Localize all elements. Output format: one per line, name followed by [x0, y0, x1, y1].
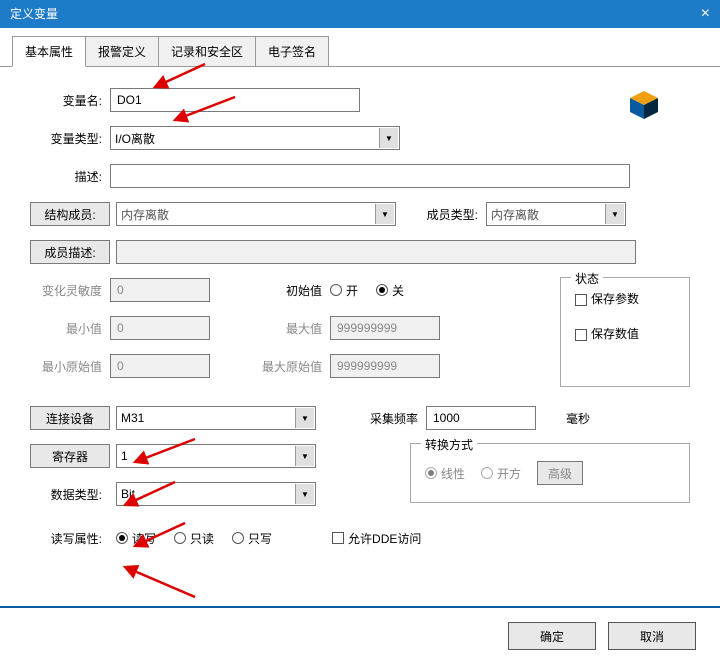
- member-desc-input: [116, 240, 636, 264]
- var-type-select[interactable]: [110, 126, 400, 150]
- label-data-type: 数据类型:: [30, 486, 110, 503]
- label-min: 最小值: [30, 320, 110, 337]
- sample-freq-input[interactable]: [426, 406, 536, 430]
- close-icon[interactable]: ×: [701, 0, 710, 28]
- allow-dde-checkbox[interactable]: [332, 532, 344, 544]
- label-min-raw: 最小原始值: [30, 358, 110, 375]
- convert-linear-radio: 线性: [425, 465, 465, 482]
- label-max: 最大值: [250, 320, 330, 337]
- rw-radio-wo[interactable]: 只写: [232, 530, 272, 547]
- label-ms: 毫秒: [566, 410, 590, 427]
- label-var-type: 变量类型:: [30, 130, 110, 147]
- cube-icon: [628, 89, 660, 121]
- tab-basic[interactable]: 基本属性: [12, 36, 86, 67]
- ok-button[interactable]: 确定: [508, 622, 596, 650]
- label-member-type: 成员类型:: [416, 206, 486, 223]
- member-type-select: [486, 202, 626, 226]
- device-select[interactable]: [116, 406, 316, 430]
- init-on-radio[interactable]: 开: [330, 282, 358, 299]
- description-input[interactable]: [110, 164, 630, 188]
- rw-radio-rw[interactable]: 读写: [116, 530, 156, 547]
- member-desc-button[interactable]: 成员描述:: [30, 240, 110, 264]
- max-input: [330, 316, 440, 340]
- register-select[interactable]: [116, 444, 316, 468]
- save-value-checkbox[interactable]: [575, 329, 587, 341]
- label-init-val: 初始值: [250, 282, 330, 299]
- label-max-raw: 最大原始值: [250, 358, 330, 375]
- convert-sqrt-radio: 开方: [481, 465, 521, 482]
- cancel-button[interactable]: 取消: [608, 622, 696, 650]
- label-rw: 读写属性:: [30, 530, 110, 547]
- convert-group-label: 转换方式: [421, 436, 477, 453]
- data-type-select[interactable]: [116, 482, 316, 506]
- status-group-label: 状态: [571, 270, 603, 287]
- label-sensitivity: 变化灵敏度: [30, 282, 110, 299]
- tab-record[interactable]: 记录和安全区: [158, 36, 256, 66]
- rw-radio-ro[interactable]: 只读: [174, 530, 214, 547]
- tab-esign[interactable]: 电子签名: [255, 36, 329, 66]
- label-sample-freq: 采集频率: [346, 410, 426, 427]
- init-off-radio[interactable]: 关: [376, 282, 404, 299]
- sensitivity-input: [110, 278, 210, 302]
- register-button[interactable]: 寄存器: [30, 444, 110, 468]
- label-allow-dde: 允许DDE访问: [348, 530, 421, 547]
- var-name-input[interactable]: [110, 88, 360, 112]
- label-var-name: 变量名:: [30, 92, 110, 109]
- connect-device-button[interactable]: 连接设备: [30, 406, 110, 430]
- advanced-button: 高级: [537, 461, 583, 485]
- min-input: [110, 316, 210, 340]
- tab-alarm[interactable]: 报警定义: [85, 36, 159, 66]
- window-title: 定义变量: [10, 0, 58, 28]
- struct-member-select: [116, 202, 396, 226]
- label-desc: 描述:: [30, 168, 110, 185]
- min-raw-input: [110, 354, 210, 378]
- struct-member-button[interactable]: 结构成员:: [30, 202, 110, 226]
- save-params-checkbox[interactable]: [575, 294, 587, 306]
- max-raw-input: [330, 354, 440, 378]
